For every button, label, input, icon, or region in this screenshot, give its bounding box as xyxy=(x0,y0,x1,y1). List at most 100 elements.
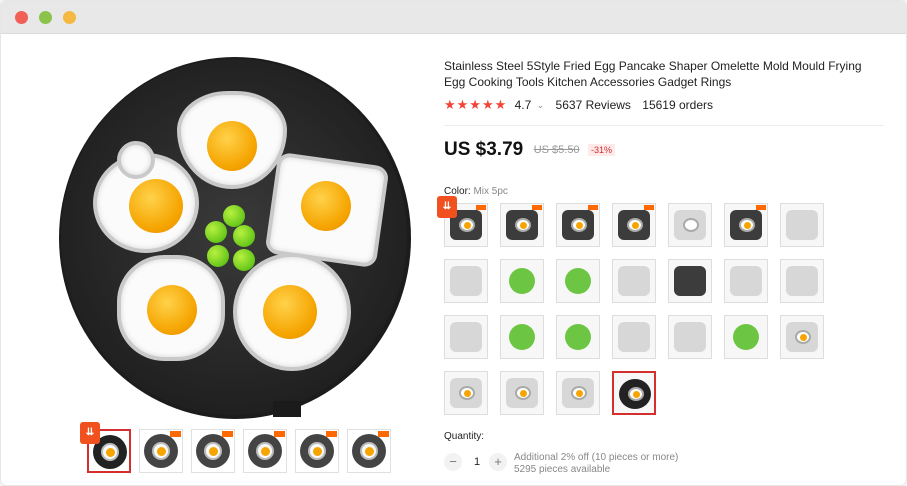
swatch-image xyxy=(633,391,640,398)
mickey-ear-left xyxy=(117,141,155,179)
gallery-thumbnail[interactable] xyxy=(191,429,235,473)
egg-yolk xyxy=(147,285,197,335)
swatch-image xyxy=(683,218,699,232)
swatch-image xyxy=(733,324,759,350)
promo-badge-icon: ⇊ xyxy=(437,196,457,218)
color-swatch[interactable] xyxy=(668,259,712,303)
discount-badge: -31% xyxy=(588,144,616,156)
product-title: Stainless Steel 5Style Fried Egg Pancake… xyxy=(444,59,862,89)
egg-yolk xyxy=(263,285,317,339)
color-swatch[interactable] xyxy=(668,203,712,247)
color-swatch[interactable] xyxy=(444,259,488,303)
color-swatch[interactable] xyxy=(444,371,488,415)
thumbnail-image xyxy=(261,447,270,456)
quantity-increase-button[interactable]: + xyxy=(489,453,507,471)
color-swatch[interactable] xyxy=(612,315,656,359)
rating-stars: ★★★★★ xyxy=(444,97,508,112)
swatch-image xyxy=(800,334,807,341)
promo-tag xyxy=(274,431,285,437)
promo-tag xyxy=(222,431,233,437)
promo-tag xyxy=(756,205,766,210)
color-swatch[interactable] xyxy=(444,315,488,359)
promo-tag xyxy=(644,205,654,210)
thumbnail-image xyxy=(106,448,115,457)
color-swatch[interactable] xyxy=(724,203,768,247)
browser-window: ⇊ Stainless Steel 5Style Fried Egg Panca… xyxy=(0,0,907,486)
egg-yolk xyxy=(301,181,351,231)
color-swatch[interactable] xyxy=(612,259,656,303)
current-price: US $3.79 xyxy=(444,139,524,160)
swatch-image xyxy=(450,322,482,352)
color-swatch[interactable] xyxy=(556,259,600,303)
maximize-window-button[interactable] xyxy=(63,11,76,24)
rating-value[interactable]: 4.7 xyxy=(515,98,532,112)
swatch-image xyxy=(618,322,650,352)
quantity-label: Quantity: xyxy=(444,431,485,442)
swatch-image xyxy=(576,222,583,229)
chevron-down-icon[interactable]: ⌄ xyxy=(537,100,545,110)
green-pea xyxy=(205,221,227,243)
color-swatch[interactable] xyxy=(612,203,656,247)
bulk-discount-note: Additional 2% off (10 pieces or more) xyxy=(514,452,679,463)
color-swatch[interactable] xyxy=(500,315,544,359)
color-swatch[interactable] xyxy=(780,203,824,247)
swatch-image xyxy=(520,222,527,229)
swatch-image xyxy=(632,222,639,229)
color-swatch-selected[interactable] xyxy=(612,371,656,415)
selected-color: Mix 5pc xyxy=(473,186,508,197)
minimize-window-button[interactable] xyxy=(39,11,52,24)
color-swatch[interactable] xyxy=(500,259,544,303)
swatch-image xyxy=(509,324,535,350)
quantity-decrease-button[interactable]: − xyxy=(444,453,462,471)
thumbnail-image xyxy=(209,447,218,456)
promo-badge-icon: ⇊ xyxy=(80,422,100,444)
quantity-info: Additional 2% off (10 pieces or more) 52… xyxy=(514,452,678,476)
stock-available: 5295 pieces available xyxy=(514,464,611,475)
gallery-thumbnail[interactable] xyxy=(347,429,391,473)
close-window-button[interactable] xyxy=(15,11,28,24)
egg-yolk xyxy=(129,179,183,233)
swatch-image xyxy=(730,266,762,296)
green-pea xyxy=(233,225,255,247)
promo-tag xyxy=(588,205,598,210)
green-pea xyxy=(207,245,229,267)
thumbnail-image xyxy=(313,447,322,456)
swatch-image xyxy=(786,210,818,240)
promo-tag xyxy=(170,431,181,437)
color-swatch[interactable] xyxy=(500,203,544,247)
swatch-image xyxy=(786,266,818,296)
gallery-thumbnail[interactable] xyxy=(139,429,183,473)
color-swatch[interactable] xyxy=(556,371,600,415)
original-price: US $5.50 xyxy=(533,144,580,156)
swatch-image xyxy=(576,390,583,397)
main-product-image[interactable] xyxy=(45,53,415,421)
swatch-image xyxy=(464,390,471,397)
gallery-thumbnail[interactable] xyxy=(295,429,339,473)
divider xyxy=(444,125,884,126)
orders-count: 15619 orders xyxy=(642,98,713,112)
swatch-image xyxy=(744,222,751,229)
quantity-input[interactable]: 1 xyxy=(471,456,483,468)
swatch-image xyxy=(618,266,650,296)
color-swatch[interactable] xyxy=(724,315,768,359)
color-swatches xyxy=(444,203,834,421)
window-titlebar xyxy=(1,1,906,34)
swatch-image xyxy=(509,268,535,294)
swatch-image xyxy=(464,222,471,229)
color-swatch[interactable] xyxy=(724,259,768,303)
color-swatch[interactable] xyxy=(556,203,600,247)
promo-tag xyxy=(326,431,337,437)
color-swatch[interactable] xyxy=(668,315,712,359)
color-swatch[interactable] xyxy=(780,315,824,359)
gallery-thumbnail[interactable] xyxy=(243,429,287,473)
green-pea xyxy=(223,205,245,227)
green-pea xyxy=(233,249,255,271)
swatch-image xyxy=(565,324,591,350)
color-swatch[interactable] xyxy=(780,259,824,303)
thumbnail-image xyxy=(365,447,374,456)
swatch-image xyxy=(565,268,591,294)
color-swatch[interactable] xyxy=(500,371,544,415)
color-swatch[interactable] xyxy=(556,315,600,359)
egg-yolk xyxy=(207,121,257,171)
reviews-link[interactable]: 5637 Reviews xyxy=(556,98,631,112)
